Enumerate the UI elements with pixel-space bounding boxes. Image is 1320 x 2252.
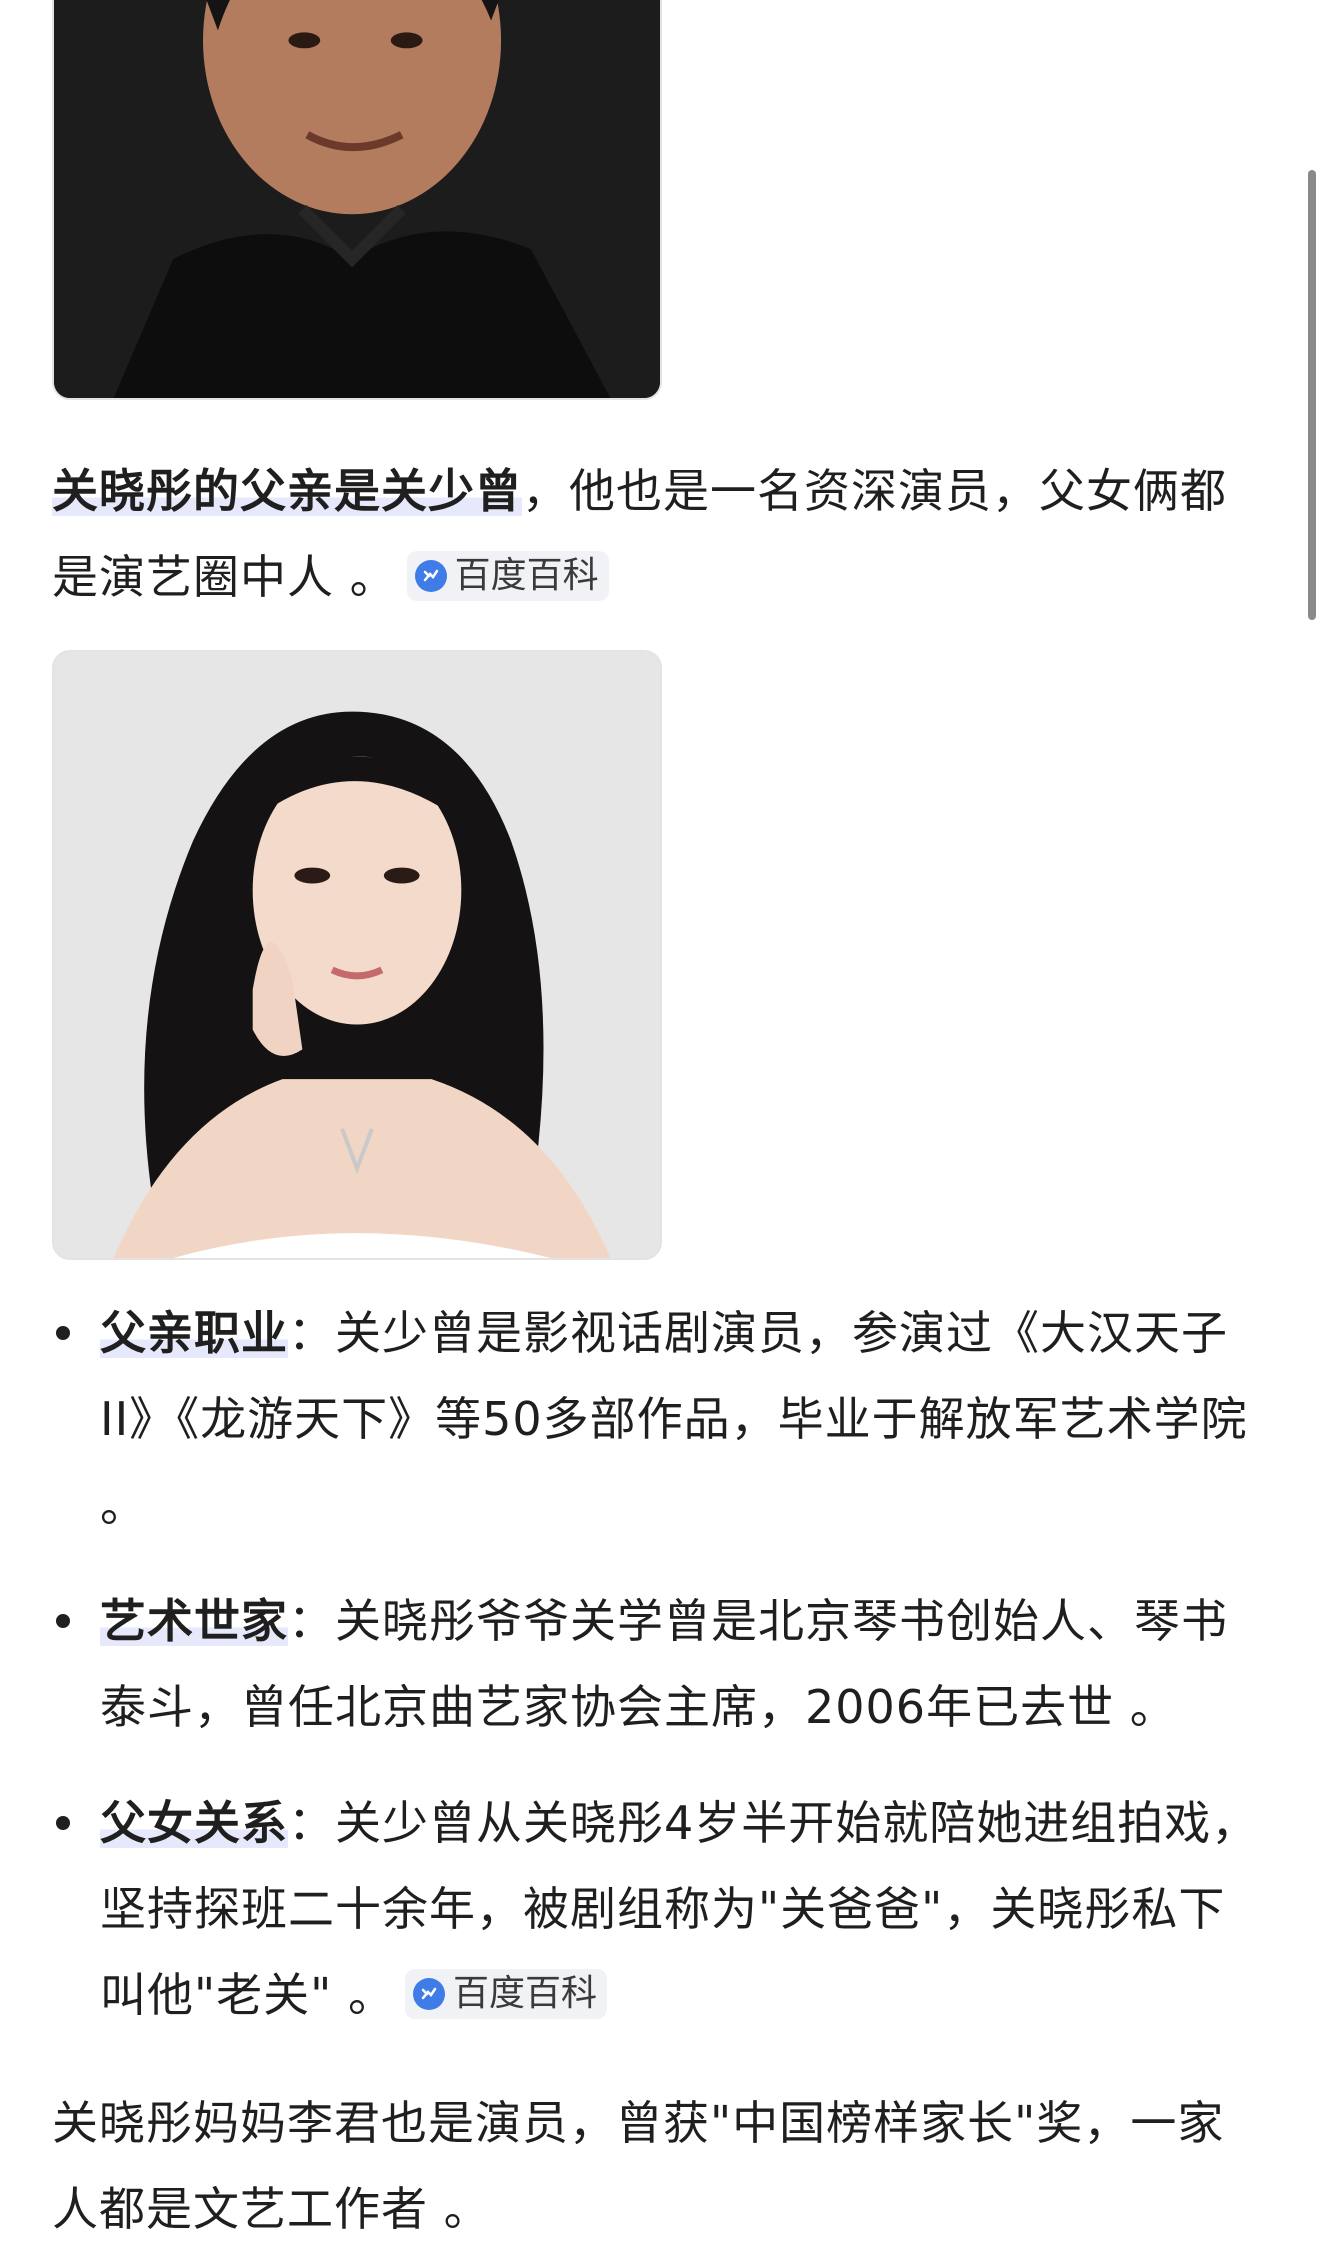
intro-citation[interactable]: 百度百科	[406, 551, 609, 601]
outro-paragraph: 关晓彤妈妈李君也是演员，曾获"中国榜样家长"奖，一家人都是文艺工作者 。	[52, 2080, 1262, 2252]
father-photo-art	[54, 0, 660, 398]
list-item: 父亲职业：关少曾是影视话剧演员，参演过《大汉天子II》《龙游天下》等50多部作品…	[52, 1290, 1262, 1548]
intro-paragraph: 关晓彤的父亲是关少曾，他也是一名资深演员，父女俩都是演艺圈中人 。百度百科	[52, 448, 1262, 620]
scrollbar[interactable]	[1308, 170, 1316, 620]
daughter-photo[interactable]	[52, 650, 662, 1260]
fact-list: 父亲职业：关少曾是影视话剧演员，参演过《大汉天子II》《龙游天下》等50多部作品…	[52, 1290, 1262, 2068]
bullet-label[interactable]: 艺术世家	[100, 1594, 288, 1648]
bullet-label[interactable]: 父亲职业	[100, 1306, 288, 1360]
baidu-baike-icon	[412, 1978, 445, 2010]
outro-text: 关晓彤妈妈李君也是演员，曾获"中国榜样家长"奖，一家人都是文艺工作者 。	[52, 2096, 1225, 2236]
bullet-citation[interactable]: 百度百科	[404, 1969, 607, 2019]
intro-highlight[interactable]: 关晓彤的父亲是关少曾	[52, 464, 522, 518]
list-item: 父女关系：关少曾从关晓彤4岁半开始就陪她进组拍戏，坚持探班二十余年，被剧组称为"…	[52, 1780, 1262, 2038]
list-item: 艺术世家：关晓彤爷爷关学曾是北京琴书创始人、琴书泰斗，曾任北京曲艺家协会主席，2…	[52, 1578, 1262, 1750]
citation-label: 百度百科	[452, 1973, 597, 2014]
baidu-baike-icon	[414, 560, 447, 592]
citation-label: 百度百科	[454, 555, 599, 596]
bullet-label[interactable]: 父女关系	[100, 1796, 288, 1850]
father-photo[interactable]	[52, 0, 662, 400]
daughter-photo-art	[54, 652, 660, 1258]
